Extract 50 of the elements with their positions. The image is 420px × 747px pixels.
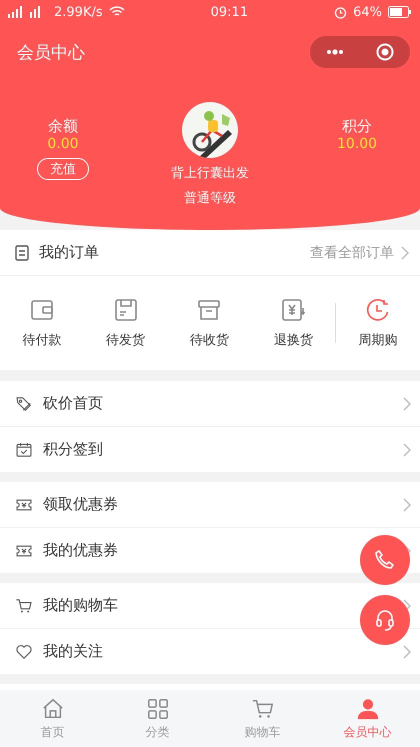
headset-icon	[373, 608, 397, 632]
menu-label: 砍价首页	[43, 394, 104, 413]
heart-icon	[15, 642, 33, 660]
menu-item[interactable]: 积分签到	[0, 426, 420, 472]
menu-label: 积分签到	[43, 440, 104, 459]
menu-label: 领取优惠券	[43, 495, 119, 514]
balance-value: 0.00	[47, 136, 79, 152]
menu-item[interactable]: 砍价首页	[0, 381, 420, 426]
menu-item[interactable]: 我的购物车	[0, 583, 420, 628]
home-icon	[40, 696, 64, 720]
clock-time: 09:11	[210, 4, 250, 20]
menu-item[interactable]: 领取优惠券	[0, 482, 420, 527]
tag-icon	[15, 394, 33, 412]
points-label: 积分	[342, 117, 372, 136]
menu-label: 我的关注	[43, 642, 104, 661]
section-title: 我的订单	[39, 243, 100, 262]
menu-label: 我的优惠券	[43, 541, 119, 560]
chevron-icon	[402, 644, 412, 660]
alarm-icon	[334, 6, 348, 18]
order-status-button[interactable]: 退换货	[251, 296, 336, 350]
yen-document-icon	[280, 297, 306, 323]
user-icon	[356, 696, 380, 720]
page-title: 会员中心	[17, 42, 85, 64]
list-icon	[15, 244, 29, 260]
points-value: 10.00	[336, 136, 378, 152]
chevron-icon	[402, 396, 412, 412]
wifi-icon	[108, 6, 125, 18]
cart-icon	[15, 596, 33, 614]
chevron-icon	[400, 244, 410, 260]
archive-box-icon	[196, 297, 222, 323]
balance-label: 余额	[48, 117, 78, 136]
phone-icon	[373, 548, 397, 572]
capsule-menu[interactable]	[310, 36, 410, 68]
box-icon	[112, 297, 139, 323]
order-status-button[interactable]: 待发货	[84, 296, 168, 350]
chevron-icon	[402, 442, 412, 458]
wallet-icon	[28, 297, 55, 323]
clock-icon	[365, 297, 392, 323]
order-status-button[interactable]: 待付款	[0, 296, 84, 350]
battery-icon	[388, 6, 412, 18]
network-speed: 2.99K/s	[54, 4, 103, 20]
calendar-icon	[15, 440, 33, 458]
menu-label: 我的购物车	[43, 596, 119, 615]
chevron-icon	[402, 496, 412, 512]
member-level: 普通等级	[184, 190, 236, 207]
order-status-button[interactable]: 待收货	[168, 296, 252, 350]
user-name: 背上行囊出发	[171, 165, 249, 182]
grid-icon	[146, 696, 170, 720]
battery-percent: 64%	[353, 4, 382, 20]
order-status-button[interactable]: 周期购	[336, 296, 420, 350]
